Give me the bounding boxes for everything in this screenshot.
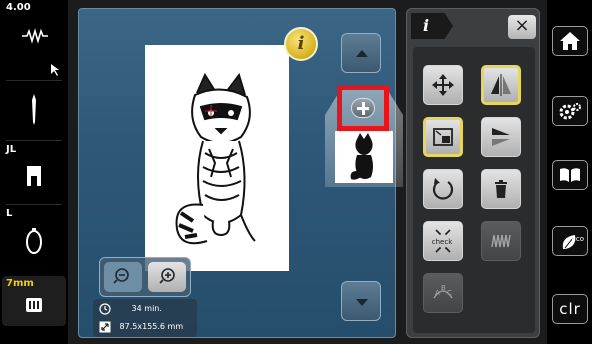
- size-icon: [99, 321, 111, 332]
- text-arc-button[interactable]: A B C: [423, 273, 463, 313]
- tension-value: 4.00: [6, 2, 31, 13]
- needle-plate-cell[interactable]: L: [2, 206, 66, 270]
- trash-icon: [495, 180, 507, 198]
- tension-icon: [22, 28, 48, 44]
- svg-text:B: B: [441, 284, 446, 292]
- stitch-density-icon: [491, 234, 511, 248]
- embroidery-screen: 4.00 JL L 7mm i 34 min. 87.5x155.6 mm i …: [0, 0, 592, 344]
- arrow-up-icon: [356, 50, 368, 57]
- zoom-out-button[interactable]: [104, 262, 142, 292]
- zoom-in-icon: [159, 268, 175, 284]
- mirror-vertical-icon: [492, 128, 510, 146]
- time-row: 34 min.: [99, 301, 162, 317]
- info-button[interactable]: i: [284, 27, 318, 61]
- rotate-button[interactable]: [423, 169, 463, 209]
- add-design-button[interactable]: [351, 98, 375, 118]
- status-panel: 34 min. 87.5x155.6 mm: [93, 299, 197, 337]
- left-status-bar: 4.00 JL L 7mm: [2, 0, 66, 344]
- info-tab[interactable]: i: [411, 13, 453, 39]
- needle-icon: [32, 94, 36, 125]
- presser-foot-cell[interactable]: JL: [2, 142, 66, 202]
- size-row: 87.5x155.6 mm: [99, 319, 183, 335]
- scroll-up-button[interactable]: [341, 33, 381, 73]
- presser-foot-icon: [27, 166, 41, 186]
- svg-text:C: C: [447, 289, 452, 297]
- needle-plate-tag: L: [6, 208, 13, 219]
- needle-plate-icon: [26, 228, 42, 254]
- clock-icon: [99, 302, 111, 315]
- raccoon-design[interactable]: [145, 45, 289, 271]
- hoop-area[interactable]: [145, 45, 289, 271]
- zoom-in-button[interactable]: [148, 262, 186, 292]
- raccoon-thumbnail: [350, 133, 373, 180]
- check-size-button[interactable]: check: [423, 221, 463, 261]
- stitch-time: 34 min.: [131, 304, 162, 313]
- design-thumbnail[interactable]: [335, 131, 393, 183]
- tool-grid: check A B C: [413, 47, 535, 333]
- stitch-length-cell[interactable]: 7mm: [2, 276, 66, 326]
- move-button[interactable]: [423, 65, 463, 105]
- divider: [6, 140, 62, 141]
- home-button[interactable]: [552, 26, 588, 56]
- resize-icon: [433, 128, 453, 146]
- home-icon: [560, 32, 580, 50]
- embroidery-canvas[interactable]: i 34 min. 87.5x155.6 mm: [78, 8, 403, 338]
- move-arrows-icon: [432, 74, 454, 96]
- feed-dog-icon: [26, 298, 42, 312]
- needle-cell[interactable]: [2, 82, 66, 138]
- divider: [6, 204, 62, 205]
- mirror-horizontal-button[interactable]: [481, 65, 521, 105]
- check-label: check: [431, 238, 453, 246]
- zoom-panel: [99, 257, 191, 297]
- mirror-horizontal-icon: [491, 74, 511, 96]
- book-icon: [560, 168, 580, 182]
- design-size: 87.5x155.6 mm: [119, 322, 184, 331]
- zoom-out-icon: [113, 268, 129, 284]
- presser-foot-tag: JL: [6, 144, 17, 155]
- clear-button[interactable]: clr: [552, 294, 588, 324]
- edit-tool-panel: i × check A B C: [406, 8, 540, 338]
- cursor-icon: [51, 64, 59, 76]
- stitch-length-value: 7mm: [6, 278, 34, 289]
- eco-label: eco: [571, 235, 584, 243]
- settings-button[interactable]: [552, 96, 588, 126]
- delete-button[interactable]: [481, 169, 521, 209]
- mirror-vertical-button[interactable]: [481, 117, 521, 157]
- gear-icon: [559, 103, 581, 120]
- eco-button[interactable]: eco: [552, 226, 588, 256]
- svg-text:A: A: [435, 289, 440, 297]
- rotate-icon: [432, 178, 454, 200]
- main-area: i 34 min. 87.5x155.6 mm i × check A B C: [68, 0, 547, 344]
- close-button[interactable]: ×: [508, 15, 536, 39]
- tutorial-button[interactable]: [552, 160, 588, 190]
- scroll-down-button[interactable]: [341, 281, 381, 321]
- right-menu-bar: eco clr: [548, 0, 592, 344]
- resize-button[interactable]: [423, 117, 463, 157]
- divider: [6, 80, 62, 81]
- arrow-down-icon: [356, 299, 368, 306]
- stitch-density-button[interactable]: [481, 221, 521, 261]
- text-arc-icon: A B C: [433, 284, 453, 299]
- thread-tension-cell[interactable]: 4.00: [2, 0, 66, 76]
